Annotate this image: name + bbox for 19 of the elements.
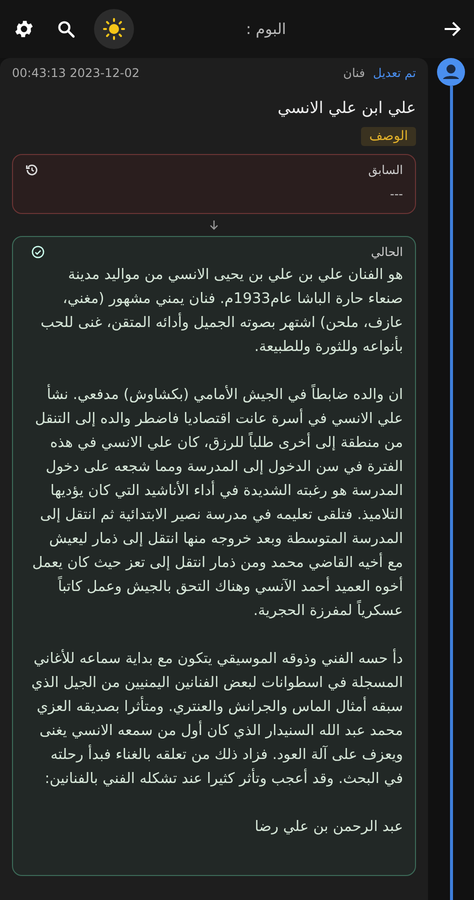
current-label: الحالي — [370, 245, 403, 259]
artist-name: علي ابن علي الانسي — [276, 98, 416, 117]
history-icon — [25, 163, 39, 177]
theme-toggle-button[interactable] — [94, 9, 134, 49]
previous-label: السابق — [368, 163, 403, 177]
previous-value: --- — [389, 187, 403, 201]
type-label: فنان — [343, 66, 365, 80]
avatar-icon — [437, 58, 465, 86]
description-paragraph: ان والده ضابطاً في الجيش الأمامي (بكشاوش) مدفعي. نشأ علي الانسي في أسرة عانت اقتصاديا فاضطر والده إلى التنقل من منطقة إلى أخرى طلباً للرزق، كان علي الانسي في هذه الفترة في سن الدخول إلى المدرسة ومما شجعه على دخول المدرسة هو رغبته الشديدة في أداء الأناشيد التي كان يؤديها التلاميذ. فتلقى تعليمه في مدرسة نصير الابتدائية ثم انتقل إلى المدرسة المتوسطة وبعد خروجه منها انتقل إلى ذمار ليعيش مع أخيه القاضي محمد ومن ذمار انتقل إلى تعز حيث كان يعمل أخوه العميد أحمد الآنسي وهناك التحق بالجيش وعمل كاتباً عسكرياً لمفرزة الحجرية. — [31, 383, 403, 623]
description-paragraph: هو الفنان علي بن علي بن يحيى الانسي من مواليد مدينة صنعاء حارة الباشا عام1933م. فنان يمني مشهور (مغني، عازف، ملحن) اشتهر بصوته الجميل وأدائه المتقن، غنى للحب بأنواعه وللثورة وللطبيعة. — [40, 266, 403, 357]
page-title: البوم : — [244, 20, 288, 38]
action-label: تم تعديل — [373, 66, 416, 80]
sun-icon — [102, 17, 126, 41]
check-circle-icon — [31, 245, 45, 259]
description-paragraph: عبد الرحمن بن علي رضا — [254, 818, 403, 837]
down-arrow-icon — [208, 219, 220, 231]
timestamp: 2023-12-02 00:43:13 — [12, 66, 140, 80]
description-paragraph: دأ حسه الفني وذوقه الموسيقي يتكون مع بداية سماعه للأغاني المسجلة في اسطوانات لبعض الفنانين اليمنيين من الجيل الذي سبقه أمثال الماس والجرانش والعنتري. ومتأثرا بصديقه العزي محمد عبد الله السنيدار الذي كان أول من سمعه الانسي يغنى ويعزف على آلة العود. فزاد ذلك من تعلقه بالغناء فبدأ رحلته في البحث. وقد أعجب وتأثر كثيرا عند تشكله الفني بالفنانين: — [31, 647, 403, 791]
field-tag: الوصف — [361, 127, 416, 146]
